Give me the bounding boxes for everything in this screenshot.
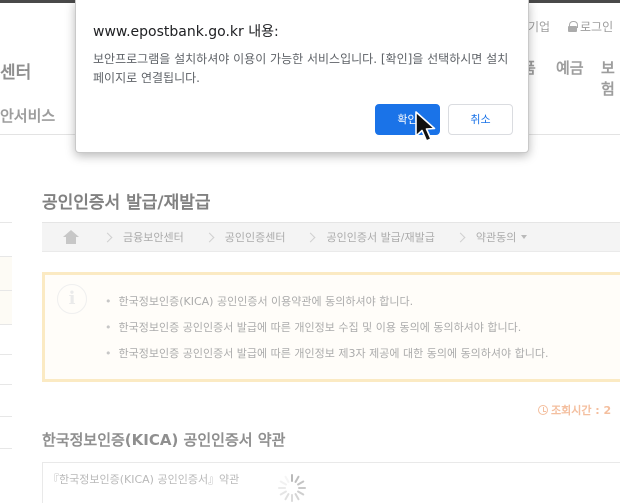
dialog-title: www.epostbank.go.kr 내용: [93,24,279,40]
cancel-button[interactable]: 취소 [448,104,513,135]
dialog-message: 보안프로그램을 설치하셔야 이용이 가능한 서비스입니다. [확인]을 선택하시… [93,52,509,85]
alert-dialog: www.epostbank.go.kr 내용: 보안프로그램을 설치하셔야 이용… [75,0,529,153]
mouse-cursor-icon [415,111,436,142]
